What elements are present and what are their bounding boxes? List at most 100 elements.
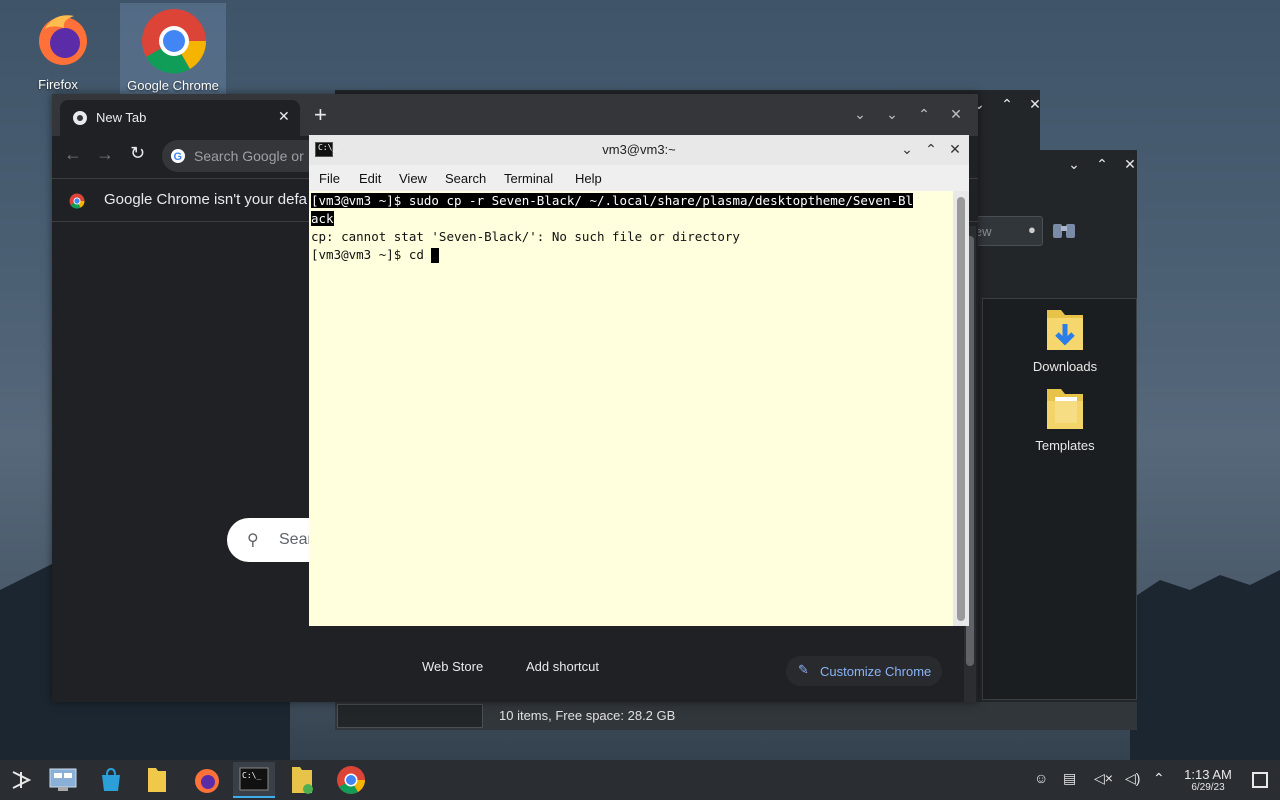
menu-edit[interactable]: Edit: [359, 171, 381, 186]
show-desktop-icon[interactable]: [1252, 772, 1268, 788]
menu-file[interactable]: File: [319, 171, 340, 186]
maximize-icon[interactable]: ⌃: [999, 96, 1015, 113]
reload-icon[interactable]: ↻: [130, 143, 145, 164]
chrome-icon: [337, 766, 365, 794]
terminal-command-wrap: ack: [311, 211, 334, 226]
discover-store-icon: [102, 767, 120, 791]
terminal-line-4: [vm3@vm3 ~]$ cd: [311, 246, 440, 264]
terminal-line-1: [vm3@vm3 ~]$ sudo cp -r Seven-Black/ ~/.…: [311, 192, 914, 210]
taskbar-terminal[interactable]: C:\_: [233, 762, 275, 798]
window-controls: ⌄ ⌃ ✕: [1066, 156, 1138, 173]
terminal-command: cd: [408, 247, 432, 262]
tab-strip: New Tab ✕ + ⌄ ⌄ ⌃ ✕: [52, 94, 978, 136]
terminal-line-3: cp: cannot stat 'Seven-Black/': No such …: [311, 229, 740, 244]
taskbar-file-manager[interactable]: [136, 762, 178, 798]
terminal-line-2: ack: [311, 210, 334, 228]
menu-search[interactable]: Search: [445, 171, 486, 186]
system-settings-icon: [49, 768, 77, 791]
desktop-icon-label: Google Chrome: [127, 78, 219, 93]
terminal-icon: C:\_: [239, 767, 269, 791]
search-icon: ⚲: [247, 532, 259, 549]
taskbar: C:\_ ☺ ▤ ◁× ◁) ⌃ 1:13 AM 6/29/23: [0, 760, 1280, 800]
svg-text:G: G: [174, 151, 183, 163]
terminal-command: sudo cp -r Seven-Black/ ~/.local/share/p…: [408, 193, 914, 208]
desktop-icon-firefox[interactable]: Firefox: [5, 2, 111, 94]
audio-muted-icon[interactable]: ◁×: [1094, 770, 1113, 787]
folder-label: Downloads: [1032, 359, 1098, 374]
chrome-tab-icon: [73, 111, 87, 125]
terminal-menubar: File Edit View Search Terminal Help: [309, 165, 969, 191]
chrome-icon: [142, 9, 207, 74]
chrome-icon: [69, 193, 85, 209]
maximize-icon[interactable]: ⌃: [1094, 156, 1110, 173]
binoculars-icon[interactable]: [1049, 216, 1079, 246]
customize-label: Customize Chrome: [820, 664, 932, 679]
taskbar-firefox[interactable]: [186, 762, 228, 798]
places-panel-stub: [337, 704, 483, 728]
search-box-placeholder: Sear: [279, 531, 313, 548]
tab-new-tab[interactable]: New Tab ✕: [60, 100, 300, 136]
taskbar-discover[interactable]: [90, 762, 132, 798]
tray-expand-icon[interactable]: ⌃: [1153, 770, 1165, 787]
forward-icon[interactable]: →: [96, 144, 114, 165]
folder-label: Templates: [1035, 438, 1095, 453]
folder-downloads[interactable]: Downloads: [1015, 306, 1115, 374]
desktop-icon-label: Firefox: [38, 77, 78, 92]
firefox-icon: [195, 769, 219, 793]
folder-icon: [148, 768, 166, 792]
app-launcher-button[interactable]: [0, 762, 42, 798]
taskbar-chrome[interactable]: [330, 762, 372, 798]
scrollbar-thumb[interactable]: [957, 197, 965, 621]
maximize-icon[interactable]: ⌃: [923, 141, 939, 158]
minimize-icon[interactable]: ⌄: [1066, 156, 1082, 173]
tab-search-icon[interactable]: ⌄: [852, 106, 868, 123]
pencil-icon: ✎: [798, 662, 809, 677]
window-controls: ⌄ ⌃ ✕: [899, 141, 963, 158]
minimize-icon[interactable]: ⌄: [884, 106, 900, 123]
terminal-window: C:\_ vm3@vm3:~ ⌄ ⌃ ✕ File Edit View Sear…: [309, 135, 969, 626]
terminal-prompt: [vm3@vm3 ~]$: [311, 193, 409, 208]
close-tab-icon[interactable]: ✕: [278, 108, 290, 125]
clipboard-icon[interactable]: ▤: [1063, 770, 1076, 787]
close-icon[interactable]: ✕: [947, 141, 963, 158]
microphone-icon[interactable]: ●: [1028, 222, 1036, 237]
terminal-prompt: [vm3@vm3 ~]$: [311, 247, 409, 262]
terminal-titlebar: C:\_ vm3@vm3:~ ⌄ ⌃ ✕: [309, 135, 969, 165]
terminal-cursor: [431, 248, 440, 263]
infobar-text: Google Chrome isn't your defa: [104, 191, 307, 208]
templates-folder-icon: [1047, 389, 1083, 429]
close-icon[interactable]: ✕: [1027, 96, 1043, 113]
status-text: 10 items, Free space: 28.2 GB: [499, 708, 676, 723]
downloads-folder-icon: [1047, 310, 1083, 350]
shortcut-add[interactable]: Add shortcut: [526, 659, 599, 674]
menu-terminal[interactable]: Terminal: [504, 171, 553, 186]
google-g-icon: G: [171, 149, 185, 163]
clock[interactable]: 1:13 AM 6/29/23: [1178, 767, 1238, 793]
window-controls: ⌄ ⌃ ✕: [971, 96, 1043, 113]
terminal-title: vm3@vm3:~: [602, 142, 676, 157]
clock-date: 6/29/23: [1191, 782, 1225, 793]
taskbar-system-settings[interactable]: [42, 762, 84, 798]
status-bar: 10 items, Free space: 28.2 GB: [335, 702, 1137, 730]
firefox-icon: [39, 15, 87, 65]
tab-title: New Tab: [96, 110, 147, 125]
desktop-icon-chrome[interactable]: Google Chrome: [120, 3, 226, 95]
menu-help[interactable]: Help: [575, 171, 602, 186]
new-tab-button[interactable]: +: [314, 102, 327, 128]
customize-chrome-button[interactable]: ✎ Customize Chrome: [786, 656, 942, 686]
window-controls: ⌄ ⌄ ⌃ ✕: [852, 106, 964, 123]
close-icon[interactable]: ✕: [948, 106, 964, 123]
taskbar-dolphin[interactable]: [281, 762, 323, 798]
shortcut-web-store[interactable]: Web Store: [422, 659, 483, 674]
folder-templates[interactable]: Templates: [1015, 385, 1115, 453]
menu-view[interactable]: View: [399, 171, 427, 186]
back-icon[interactable]: ←: [64, 144, 82, 165]
volume-icon[interactable]: ◁): [1125, 770, 1140, 787]
omnibox-placeholder: Search Google or: [194, 148, 304, 164]
minimize-icon[interactable]: ⌄: [899, 141, 915, 158]
user-icon[interactable]: ☺: [1034, 770, 1048, 786]
terminal-screen[interactable]: [vm3@vm3 ~]$ sudo cp -r Seven-Black/ ~/.…: [309, 191, 953, 626]
close-icon[interactable]: ✕: [1122, 156, 1138, 173]
maximize-icon[interactable]: ⌃: [916, 106, 932, 123]
terminal-scrollbar[interactable]: [953, 191, 969, 626]
